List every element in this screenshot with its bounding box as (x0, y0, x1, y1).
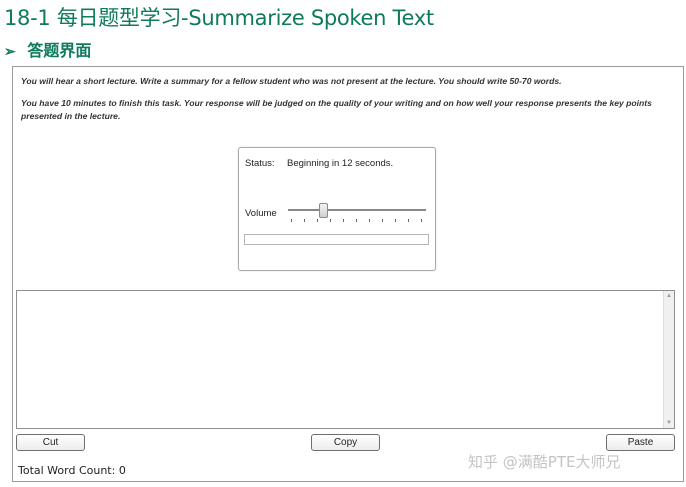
audio-progress-bar (244, 234, 429, 245)
volume-tick (395, 219, 396, 222)
section-heading-label: 答题界面 (27, 41, 92, 60)
document-title: 18-1 每日题型学习-Summarize Spoken Text (4, 6, 434, 30)
volume-tick (382, 219, 383, 222)
scroll-up-arrow-icon[interactable]: ▲ (664, 291, 674, 301)
exam-task-window: You will hear a short lecture. Write a s… (12, 66, 684, 482)
scroll-down-arrow-icon[interactable]: ▼ (664, 418, 674, 428)
arrow-bullet-icon: ➢ (4, 44, 16, 60)
status-label: Status: (245, 158, 275, 169)
volume-slider-track[interactable] (288, 209, 426, 211)
section-heading: ➢ 答题界面 (4, 37, 91, 61)
volume-tick (408, 219, 409, 222)
volume-tick (304, 219, 305, 222)
volume-slider-thumb[interactable] (318, 203, 328, 218)
volume-tick (356, 219, 357, 222)
copy-button[interactable]: Copy (311, 434, 380, 451)
volume-tick (343, 219, 344, 222)
status-value: Beginning in 12 seconds. (287, 158, 394, 169)
volume-tick (291, 219, 292, 222)
paste-button[interactable]: Paste (606, 434, 675, 451)
textarea-scrollbar[interactable]: ▲ ▼ (663, 291, 674, 428)
summary-textarea[interactable]: ▲ ▼ (16, 290, 675, 429)
volume-tick (421, 219, 422, 222)
volume-label: Volume (245, 208, 277, 219)
instruction-text-1: You will hear a short lecture. Write a s… (21, 76, 562, 86)
audio-player: Status: Beginning in 12 seconds. Volume (238, 147, 436, 271)
instruction-text-2: You have 10 minutes to finish this task.… (21, 98, 652, 121)
zhihu-watermark: 知乎 @满酷PTE大师兄 (468, 453, 621, 471)
cut-button[interactable]: Cut (16, 434, 85, 451)
total-word-count: Total Word Count: 0 (18, 464, 126, 477)
volume-tick (330, 219, 331, 222)
volume-tick (317, 219, 318, 222)
volume-tick (369, 219, 370, 222)
